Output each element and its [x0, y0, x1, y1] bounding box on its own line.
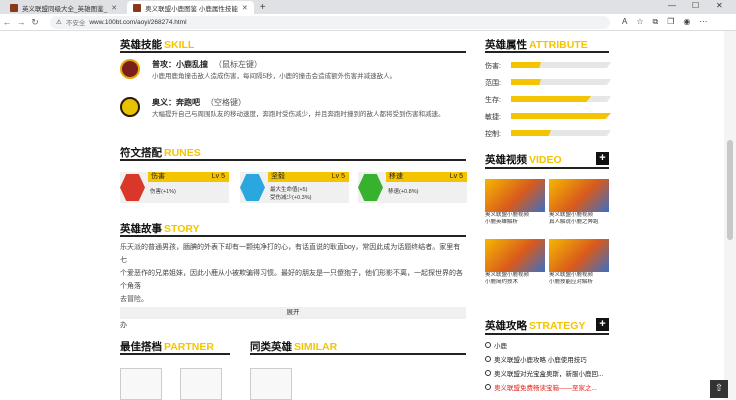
more-guides-button[interactable]: + — [596, 318, 609, 331]
story-heading: 英雄故事 STORY — [120, 223, 200, 235]
guide-link[interactable]: 小鹿 — [485, 340, 507, 350]
back-icon[interactable]: ← — [0, 17, 14, 27]
rune-card[interactable]: 坚毅 Lv 5 最大生命值(+5) 受伤减少(+0.3%) — [240, 172, 349, 203]
partner-hero-avatar[interactable] — [120, 368, 162, 400]
divider — [120, 235, 466, 237]
extensions-icon[interactable]: ⧉ — [653, 17, 659, 27]
attribute-bar — [511, 96, 591, 102]
rune-card[interactable]: 移速 Lv 5 移速(+0.8%) — [358, 172, 467, 203]
close-tab-icon[interactable]: ✕ — [111, 4, 117, 12]
video-item[interactable]: 奥义联盟小鹿视频 小鹿技能应对解析 — [549, 239, 609, 286]
back-to-top-button[interactable]: ⇧ — [710, 380, 728, 398]
close-tab-icon[interactable]: ✕ — [242, 4, 248, 12]
bullet-icon — [485, 356, 491, 362]
tab-2[interactable]: 奥义联盟小鹿图鉴 小鹿属性技能 ✕ — [127, 1, 254, 14]
scrollbar-thumb[interactable] — [727, 140, 733, 240]
tab-bar: 英义联盟同级大全_英雄图鉴_ ✕ 奥义联盟小鹿图鉴 小鹿属性技能 ✕ + — ☐… — [0, 0, 736, 14]
attribute-heading: 英雄属性 ATTRIBUTE — [485, 39, 588, 51]
attribute-bar — [511, 113, 611, 119]
run-icon — [120, 97, 140, 117]
bullet-icon — [485, 370, 491, 376]
similar-hero-avatar[interactable] — [250, 368, 292, 400]
menu-icon[interactable]: ⋯ — [699, 17, 707, 27]
refresh-icon[interactable]: ↻ — [28, 17, 42, 28]
warning-icon: ⚠ — [56, 19, 62, 26]
strategy-heading: 英雄攻略 STRATEGY — [485, 320, 586, 332]
star-icon[interactable]: ☆ — [636, 17, 643, 27]
similar-heading: 同类英雄 SIMILAR — [250, 341, 338, 353]
profile-icon[interactable]: ◉ — [683, 17, 690, 27]
divider — [485, 333, 609, 335]
divider — [120, 51, 466, 53]
attribute-bar — [511, 130, 551, 136]
video-thumbnail — [485, 239, 545, 272]
damage-rune-icon — [120, 174, 145, 201]
bullet-icon — [485, 342, 491, 348]
attribute-bar — [511, 62, 541, 68]
runes-heading: 符文搭配 RUNES — [120, 147, 201, 159]
video-item[interactable]: 奥义联盟小鹿视频 真人解说小鹿之奔跑 — [549, 179, 609, 226]
divider — [485, 51, 609, 53]
video-thumbnail — [485, 179, 545, 212]
divider — [120, 159, 466, 161]
guide-link[interactable]: 奥义联盟免费畅读宝箱——至家之... — [485, 382, 597, 392]
tenacity-rune-icon — [240, 174, 265, 201]
speed-rune-icon — [358, 174, 383, 201]
expand-button[interactable]: 展开 — [120, 307, 466, 319]
partner-heading: 最佳搭档 PARTNER — [120, 341, 214, 353]
new-tab-button[interactable]: + — [260, 2, 266, 14]
video-item[interactable]: 奥义联盟小鹿视频 小鹿英雄解析 — [485, 179, 545, 226]
deer-charge-icon — [120, 59, 140, 79]
more-videos-button[interactable]: + — [596, 152, 609, 165]
collections-icon[interactable]: ❐ — [667, 17, 674, 27]
address-bar: ← → ↻ ⚠ 不安全 www.100bt.com/aoyi/268274.ht… — [0, 14, 736, 31]
forward-icon[interactable]: → — [14, 17, 28, 27]
attribute-bar — [511, 79, 541, 85]
minimize-icon[interactable]: — — [668, 1, 676, 10]
video-item[interactable]: 奥义联盟小鹿视频 小鹿简约技术 — [485, 239, 545, 286]
video-heading: 英雄视频 VIDEO — [485, 154, 562, 166]
divider — [120, 353, 230, 355]
close-window-icon[interactable]: ✕ — [716, 1, 723, 10]
video-thumbnail — [549, 239, 609, 272]
site-favicon — [10, 3, 18, 12]
divider — [250, 353, 466, 355]
skills-heading: 英雄技能 SKILL — [120, 39, 195, 51]
page-content: 英雄技能 SKILL 普攻：小鹿乱撞 （鼠标左键） 小鹿用鹿角撞击敌人造成伤害，每间… — [0, 31, 724, 400]
rune-card[interactable]: 伤害 Lv 5 伤害(+1%) — [120, 172, 229, 203]
guide-link[interactable]: 奥义联盟小鹿攻略 小鹿使用技巧 — [485, 354, 587, 364]
tab-title: 英义联盟同级大全_英雄图鉴_ — [22, 5, 108, 13]
guide-link[interactable]: 奥义联盟对光宝盒奥斯，新服小鹿回... — [485, 368, 603, 378]
partner-hero-avatar[interactable] — [180, 368, 222, 400]
tab-1[interactable]: 英义联盟同级大全_英雄图鉴_ ✕ — [4, 1, 123, 14]
tab-title: 奥义联盟小鹿图鉴 小鹿属性技能 — [145, 5, 238, 13]
bullet-icon — [485, 384, 491, 390]
divider — [485, 167, 609, 169]
maximize-icon[interactable]: ☐ — [692, 1, 699, 10]
security-label: 不安全 — [65, 20, 86, 27]
url-text: www.100bt.com/aoyi/268274.html — [89, 18, 187, 26]
url-field[interactable]: ⚠ 不安全 www.100bt.com/aoyi/268274.html — [50, 15, 610, 29]
site-favicon — [133, 3, 142, 12]
reader-icon[interactable]: A — [622, 17, 627, 27]
video-thumbnail — [549, 179, 609, 212]
